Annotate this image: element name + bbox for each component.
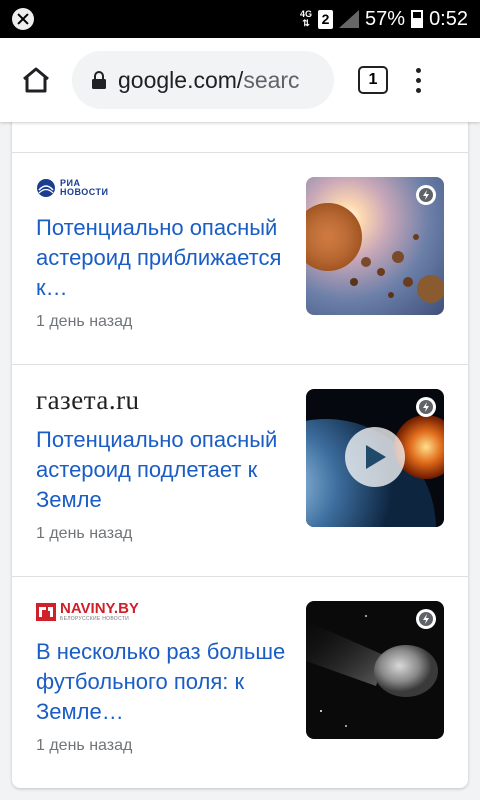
lock-icon: [92, 71, 106, 89]
news-item[interactable]: газета.ru Потенциально опасный астероид …: [12, 365, 468, 577]
status-icons: 4G ⇅ 2 57% 0:52: [300, 8, 468, 31]
menu-dot-icon: [416, 67, 421, 73]
browser-toolbar: google.com/searc 1: [0, 38, 480, 122]
amp-badge-icon: [416, 397, 436, 417]
tab-switcher-button[interactable]: 1: [358, 66, 388, 94]
source-logo-text: газета.ru: [36, 384, 140, 415]
overflow-menu-button[interactable]: [416, 67, 421, 93]
signal-icon: [339, 10, 360, 28]
news-card: РИА НОВОСТИ Потенциально опасный астероид…: [12, 116, 468, 788]
network-type-icon: 4G ⇅: [300, 9, 313, 28]
amp-badge-icon: [416, 609, 436, 629]
no-signal-notification-icon: [12, 8, 34, 30]
url-text: google.com/searc: [118, 66, 300, 93]
naviny-logo-icon: [36, 603, 56, 621]
sim-icon: 2: [318, 9, 334, 29]
source-tagline: БЕЛОРУССКИЕ НОВОСТИ: [60, 616, 129, 622]
thumbnail-asteroid[interactable]: [306, 601, 444, 739]
publish-time: 1 день назад: [36, 737, 133, 754]
news-item[interactable]: РИА НОВОСТИ Потенциально опасный астероид…: [12, 153, 468, 365]
publish-time: 1 день назад: [36, 313, 133, 330]
source-gazeta: газета.ru: [36, 384, 140, 415]
thumbnail-earth-asteroid[interactable]: [306, 389, 444, 527]
source-naviny: NAVINY.BY БЕЛОРУССКИЕ НОВОСТИ: [36, 599, 139, 625]
battery-icon: [411, 10, 424, 28]
source-logo-text: NAVINY.BY: [60, 600, 139, 617]
amp-badge-icon: [416, 185, 436, 205]
address-bar[interactable]: google.com/searc: [72, 51, 334, 109]
battery-percent: 57%: [365, 7, 406, 30]
source-ria: РИА НОВОСТИ: [36, 175, 109, 201]
menu-dot-icon: [416, 77, 421, 83]
headline-link[interactable]: Потенциально опасный астероид приближает…: [36, 213, 286, 303]
headline-link[interactable]: В несколько раз больше футбольного поля:…: [36, 637, 286, 727]
menu-dot-icon: [416, 87, 421, 93]
play-icon: [366, 445, 386, 469]
headline-link[interactable]: Потенциально опасный астероид подлетает …: [36, 425, 286, 515]
page-content: РИА НОВОСТИ Потенциально опасный астероид…: [0, 116, 480, 800]
home-button[interactable]: [14, 58, 58, 102]
play-button[interactable]: [345, 427, 405, 487]
thumbnail-asteroids[interactable]: [306, 177, 444, 315]
publish-time: 1 день назад: [36, 525, 133, 542]
clock: 0:52: [429, 7, 468, 30]
status-bar: 4G ⇅ 2 57% 0:52: [0, 0, 480, 38]
home-icon: [23, 67, 49, 93]
ria-globe-icon: [37, 179, 55, 197]
news-item[interactable]: NAVINY.BY БЕЛОРУССКИЕ НОВОСТИ В нескольк…: [12, 577, 468, 788]
